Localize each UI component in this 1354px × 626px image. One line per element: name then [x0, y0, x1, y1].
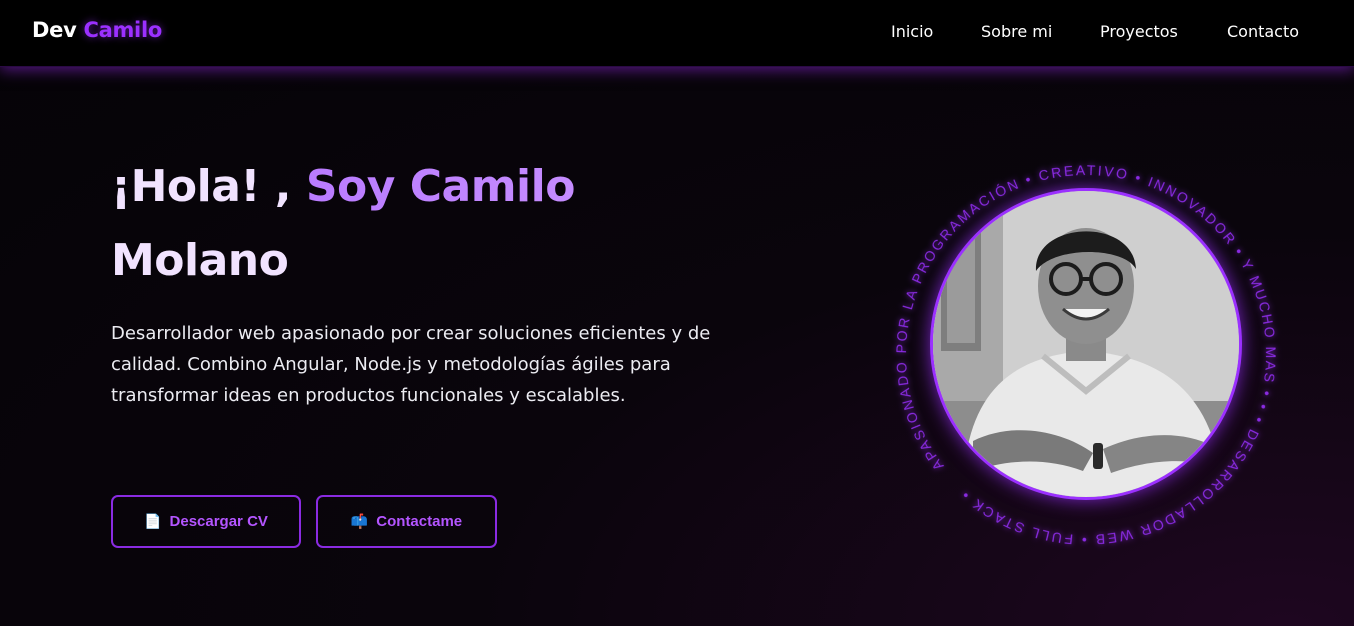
profile-badge: APASIONADO POR LA PROGRAMACIÓN • CREATIV…	[876, 145, 1296, 565]
download-cv-button[interactable]: 📄 Descargar CV	[111, 495, 301, 548]
nav-inicio[interactable]: Inicio	[891, 22, 933, 41]
download-cv-label: Descargar CV	[169, 513, 268, 530]
brand-logo[interactable]: Dev Camilo	[32, 18, 162, 42]
brand-first: Dev	[32, 18, 77, 42]
profile-photo	[930, 188, 1242, 500]
hero-name-highlight: Soy Camilo	[305, 161, 576, 212]
profile-photo-illustration	[933, 191, 1239, 497]
hero-surname: Molano	[111, 235, 289, 286]
hero-title: ¡Hola! , Soy Camilo Molano	[111, 150, 631, 298]
contact-label: Contactame	[376, 513, 463, 530]
hero-description: Desarrollador web apasionado por crear s…	[111, 323, 711, 406]
mailbox-icon: 📫	[350, 513, 369, 529]
hero-greeting: ¡Hola! ,	[111, 161, 306, 212]
brand-second: Camilo	[83, 18, 162, 42]
contact-button[interactable]: 📫 Contactame	[316, 495, 497, 548]
nav-contacto[interactable]: Contacto	[1227, 22, 1299, 41]
nav-sobre-mi[interactable]: Sobre mi	[981, 22, 1052, 41]
navbar: Dev Camilo Inicio Sobre mi Proyectos Con…	[0, 0, 1354, 67]
nav-proyectos[interactable]: Proyectos	[1100, 22, 1178, 41]
document-icon: 📄	[144, 513, 162, 529]
